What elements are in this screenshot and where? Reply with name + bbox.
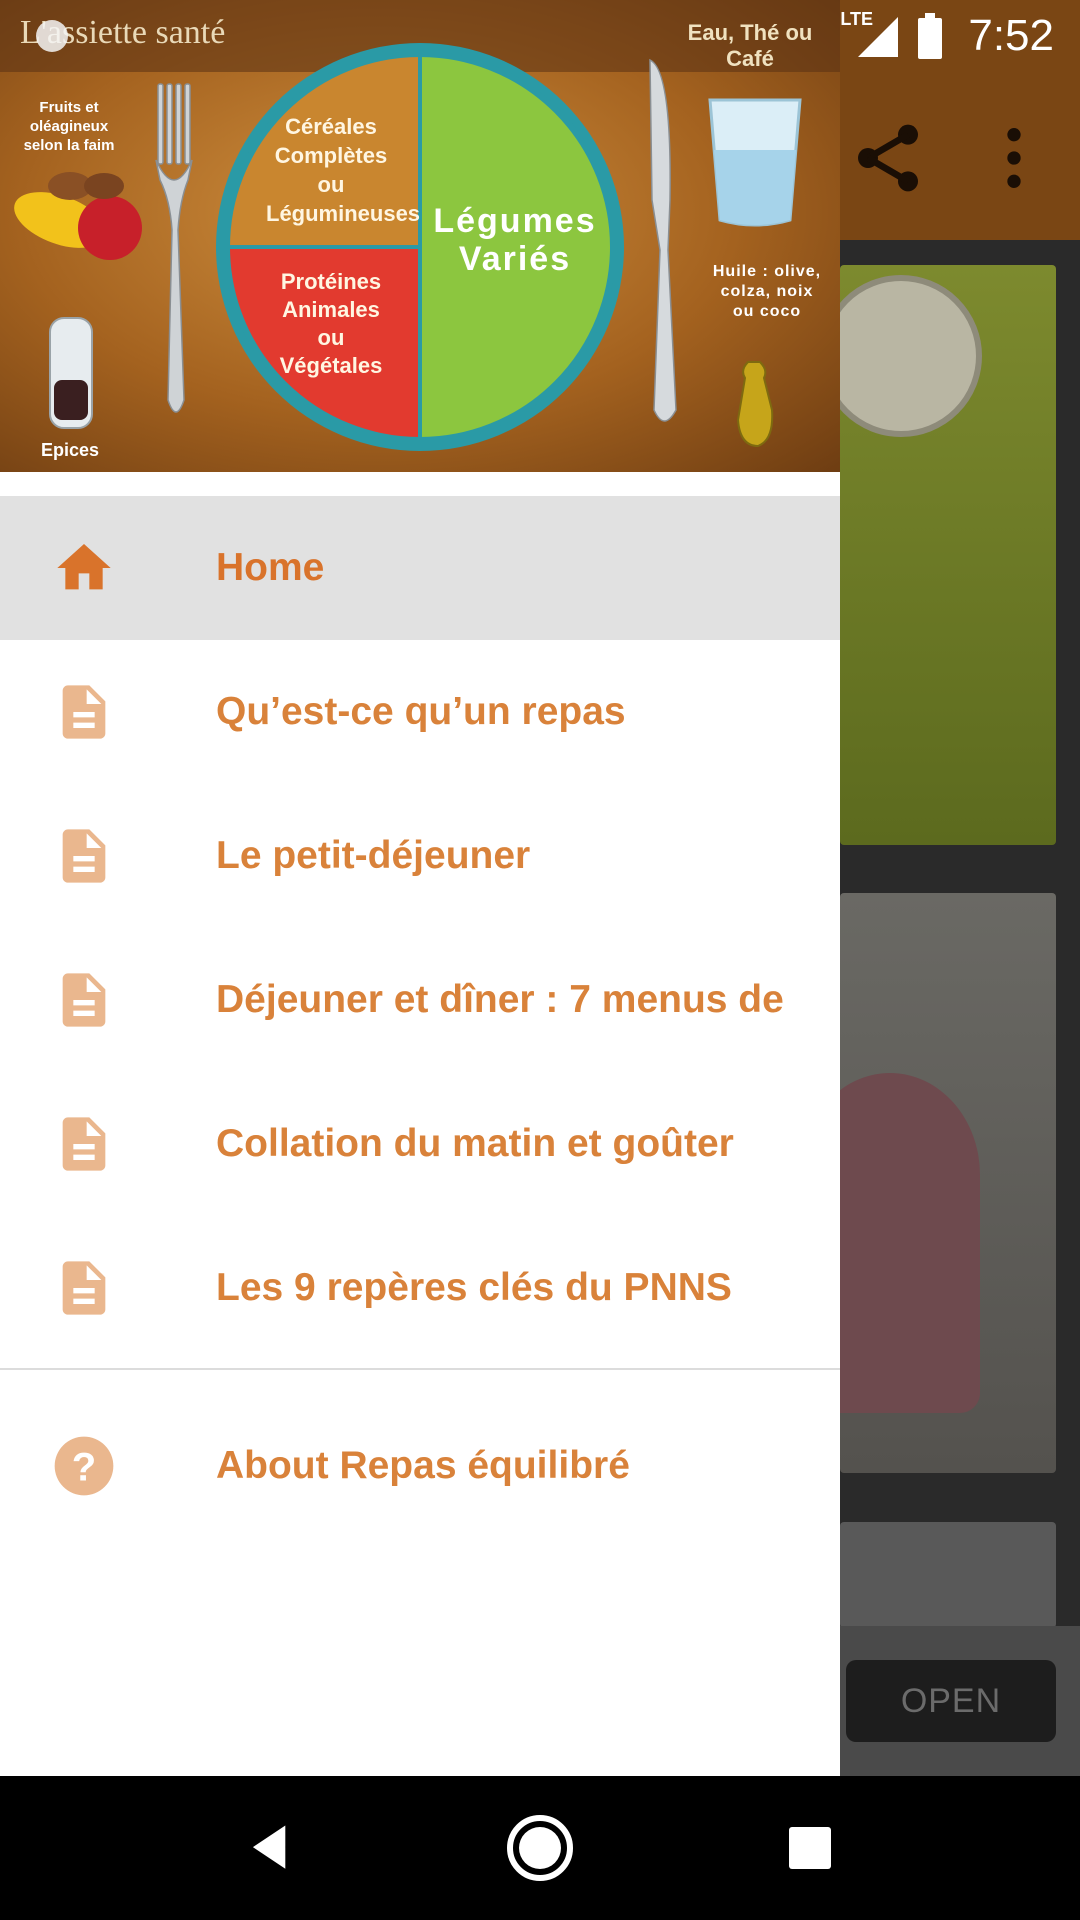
svg-text:?: ? <box>72 1446 96 1490</box>
menu-item-petit-dejeuner[interactable]: Le petit-déjeuner <box>0 784 840 928</box>
document-icon <box>52 680 116 744</box>
menu-item-pnns[interactable]: Les 9 repères clés du PNNS <box>0 1216 840 1360</box>
share-icon[interactable] <box>848 118 928 198</box>
menu-item-label: Les 9 repères clés du PNNS <box>216 1266 732 1309</box>
document-icon <box>52 1256 116 1320</box>
drawer-menu: Home Qu’est-ce qu’un repas Le petit-déje… <box>0 496 840 1538</box>
navigation-bar <box>0 1776 1080 1920</box>
more-vert-icon[interactable] <box>974 118 1054 198</box>
network-type: LTE <box>840 9 874 29</box>
menu-item-repas[interactable]: Qu’est-ce qu’un repas <box>0 640 840 784</box>
document-icon <box>52 1112 116 1176</box>
clock: 7:52 <box>968 11 1054 60</box>
recents-icon[interactable] <box>774 1812 846 1884</box>
menu-item-label: Qu’est-ce qu’un repas <box>216 690 626 733</box>
status-bar: LTE 7:52 <box>0 0 1080 72</box>
menu-item-collation[interactable]: Collation du matin et goûter <box>0 1072 840 1216</box>
menu-item-label: Déjeuner et dîner : 7 menus de <box>216 978 784 1021</box>
back-icon[interactable] <box>234 1812 306 1884</box>
article-card[interactable] <box>820 265 1056 845</box>
header-bottom-note: Epices <box>40 440 100 460</box>
document-icon <box>52 824 116 888</box>
menu-item-dejeuner-diner[interactable]: Déjeuner et dîner : 7 menus de <box>0 928 840 1072</box>
navigation-drawer: L'assiette santé Eau, Thé ou Café Fruits… <box>0 0 840 1776</box>
home-button-icon[interactable] <box>504 1812 576 1884</box>
plate-cereals-label: Céréales Complètes ou Légumineuses <box>266 114 421 226</box>
header-right-note: Huile : olive, colza, noix ou coco <box>712 263 822 320</box>
open-button[interactable]: OPEN <box>846 1660 1056 1742</box>
article-card[interactable] <box>840 893 1056 1473</box>
document-icon <box>52 968 116 1032</box>
menu-item-label: Home <box>216 546 325 589</box>
menu-item-label: Collation du matin et goûter <box>216 1122 734 1165</box>
signal-icon: LTE <box>840 9 902 59</box>
help-icon: ? <box>52 1434 116 1498</box>
menu-item-label: Le petit-déjeuner <box>216 834 531 877</box>
menu-item-about[interactable]: ? About Repas équilibré <box>0 1394 840 1538</box>
menu-divider <box>0 1368 840 1370</box>
menu-item-home[interactable]: Home <box>0 496 840 640</box>
battery-icon <box>918 13 943 59</box>
home-icon <box>52 536 116 600</box>
article-card[interactable] <box>840 1522 1056 1628</box>
menu-item-label: About Repas équilibré <box>216 1444 630 1487</box>
header-left-note: Fruits et oléagineux selon la faim <box>23 99 115 154</box>
plate-proteins-label: Protéines Animales ou Végétales <box>279 269 383 378</box>
plate-vegetables-label: Légumes Variés <box>433 202 597 278</box>
